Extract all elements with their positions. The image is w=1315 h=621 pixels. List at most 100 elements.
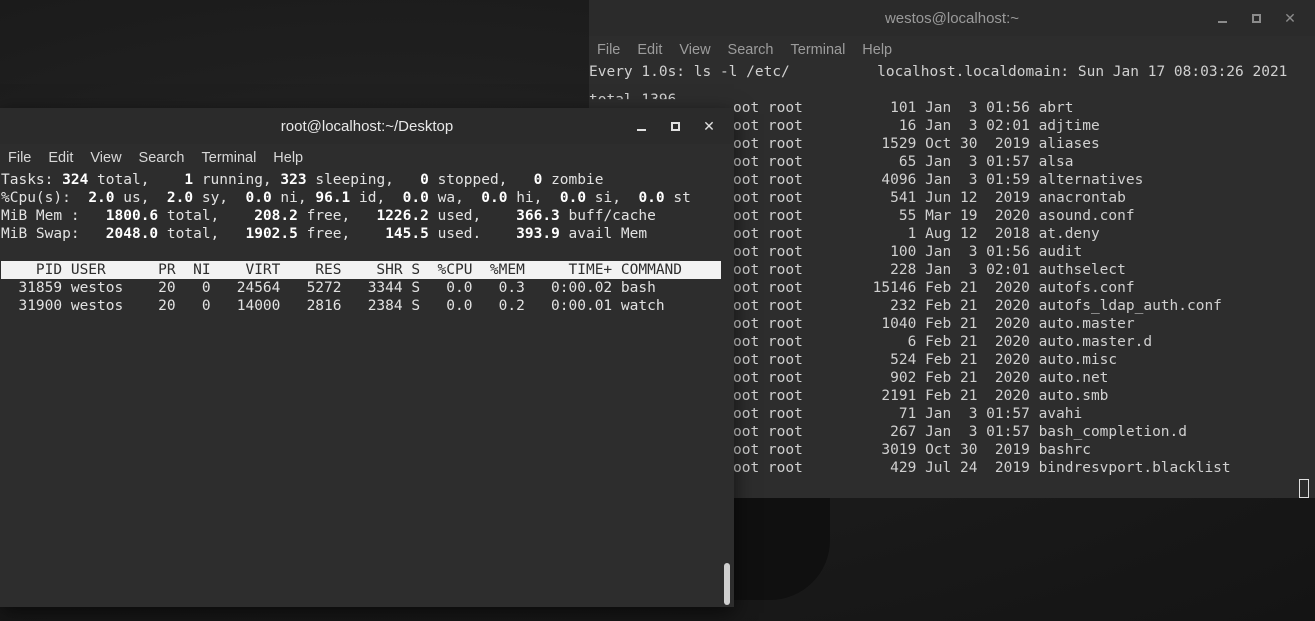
ls-size: 267 [811, 424, 917, 440]
ls-size: 228 [811, 262, 917, 278]
ls-filename: bindresvport.blacklist [1038, 460, 1231, 476]
window-title: westos@localhost:~ [884, 9, 1020, 27]
ls-owner-group: oot root [733, 118, 803, 134]
ls-owner-group: oot root [733, 370, 803, 386]
ls-filename: bashrc [1038, 442, 1091, 458]
col-command-header: COMMAND [612, 262, 683, 278]
ls-date: Jun 12 2019 [925, 190, 1030, 206]
proc-ni: 0 [175, 298, 211, 314]
ls-date: Jan 3 02:01 [925, 118, 1030, 134]
mem-buff-cache: 366.3 [516, 208, 560, 224]
ls-owner-group: oot root [733, 460, 803, 476]
ls-size: 2191 [811, 388, 917, 404]
menu-view[interactable]: View [679, 42, 710, 58]
ls-filename: at.deny [1038, 226, 1100, 242]
proc-pid: 31900 [1, 298, 63, 314]
menu-edit[interactable]: Edit [637, 42, 662, 58]
ls-size: 15146 [811, 280, 917, 296]
menu-help[interactable]: Help [862, 42, 892, 58]
menu-terminal[interactable]: Terminal [791, 42, 846, 58]
titlebar[interactable]: westos@localhost:~ ✕ [589, 0, 1315, 36]
cpu-hi: 0.0 [481, 190, 508, 206]
ls-date: Feb 21 2020 [925, 280, 1030, 296]
ls-owner-group: oot root [733, 298, 803, 314]
ls-date: Feb 21 2020 [925, 352, 1030, 368]
menu-file[interactable]: File [597, 42, 620, 58]
proc-res: 5272 [280, 280, 342, 296]
ls-date: Feb 21 2020 [925, 334, 1030, 350]
proc-mem: 0.2 [472, 298, 525, 314]
ls-filename: auto.smb [1038, 388, 1109, 404]
ls-date: Jan 3 01:59 [925, 172, 1030, 188]
ls-owner-group: oot root [733, 424, 803, 440]
ls-size: 100 [811, 244, 917, 260]
ls-filename: auto.net [1038, 370, 1109, 386]
minimize-button[interactable] [1205, 1, 1239, 35]
ls-owner-group: oot root [733, 154, 803, 170]
ls-size: 1529 [811, 136, 917, 152]
tasks-stopped: 0 [420, 172, 429, 188]
ls-filename: abrt [1038, 100, 1074, 116]
maximize-icon [670, 121, 680, 131]
proc-state: S [402, 298, 421, 314]
scrollbar-thumb[interactable] [724, 563, 730, 605]
close-icon: ✕ [1284, 9, 1296, 26]
ls-size: 524 [811, 352, 917, 368]
ls-date: Jan 3 02:01 [925, 262, 1030, 278]
swap-avail: 393.9 [516, 226, 560, 242]
menu-help[interactable]: Help [273, 150, 303, 166]
menu-view[interactable]: View [90, 150, 121, 166]
ls-date: Jan 3 01:56 [925, 244, 1030, 260]
ls-filename: auto.master.d [1038, 334, 1153, 350]
ls-size: 3019 [811, 442, 917, 458]
ls-owner-group: oot root [733, 190, 803, 206]
ls-date: Mar 19 2020 [925, 208, 1030, 224]
ls-filename: adjtime [1038, 118, 1100, 134]
swap-used: 145.5 [385, 226, 429, 242]
ls-owner-group: oot root [733, 100, 803, 116]
tasks-sleeping: 323 [280, 172, 307, 188]
watch-host-time: localhost.localdomain: Sun Jan 17 08:03:… [877, 64, 1288, 80]
close-button[interactable]: ✕ [1273, 1, 1307, 35]
ls-filename: bash_completion.d [1038, 424, 1187, 440]
tasks-zombie: 0 [533, 172, 543, 188]
cpu-st: 0.0 [638, 190, 665, 206]
proc-shr: 2384 [341, 298, 403, 314]
ls-size: 1040 [811, 316, 917, 332]
maximize-button[interactable] [658, 109, 692, 143]
proc-command: bash [612, 280, 656, 296]
menu-bar: File Edit View Search Terminal Help [0, 144, 734, 171]
ls-size: 16 [811, 118, 917, 134]
menu-search[interactable]: Search [139, 150, 185, 166]
menu-search[interactable]: Search [728, 42, 774, 58]
titlebar[interactable]: root@localhost:~/Desktop ✕ [0, 108, 734, 144]
watch-command: Every 1.0s: ls -l /etc/ [589, 64, 790, 80]
ls-date: Feb 21 2020 [925, 298, 1030, 314]
ls-filename: aliases [1038, 136, 1100, 152]
col-mem-header: %MEM [472, 262, 525, 278]
ls-date: Feb 21 2020 [925, 388, 1030, 404]
proc-pr: 20 [149, 280, 176, 296]
maximize-icon [1251, 13, 1261, 23]
cpu-si: 0.0 [559, 190, 587, 206]
minimize-icon [1217, 21, 1227, 23]
menu-edit[interactable]: Edit [48, 150, 73, 166]
maximize-button[interactable] [1239, 1, 1273, 35]
close-button[interactable]: ✕ [692, 109, 726, 143]
ls-size: 55 [811, 208, 917, 224]
minimize-button[interactable] [624, 109, 658, 143]
menu-bar: File Edit View Search Terminal Help [589, 36, 1315, 63]
menu-file[interactable]: File [8, 150, 31, 166]
process-row: 31859 westos 20 0 24564 5272 3344 S 0.0 … [1, 279, 734, 297]
ls-owner-group: oot root [733, 172, 803, 188]
top-output[interactable]: Tasks: 324 total, 1 running, 323 sleepin… [0, 171, 734, 607]
process-table: 31859 westos 20 0 24564 5272 3344 S 0.0 … [1, 279, 734, 315]
col-virt-header: VIRT [210, 262, 281, 278]
ls-date: Aug 12 2018 [925, 226, 1030, 242]
mem-used: 1226.2 [376, 208, 429, 224]
col-time-header: TIME+ [524, 262, 613, 278]
ls-date: Jul 24 2019 [925, 460, 1030, 476]
terminal-window-root[interactable]: root@localhost:~/Desktop ✕ File Edit Vie… [0, 108, 734, 607]
menu-terminal[interactable]: Terminal [202, 150, 257, 166]
cpu-wa: 0.0 [402, 190, 429, 206]
